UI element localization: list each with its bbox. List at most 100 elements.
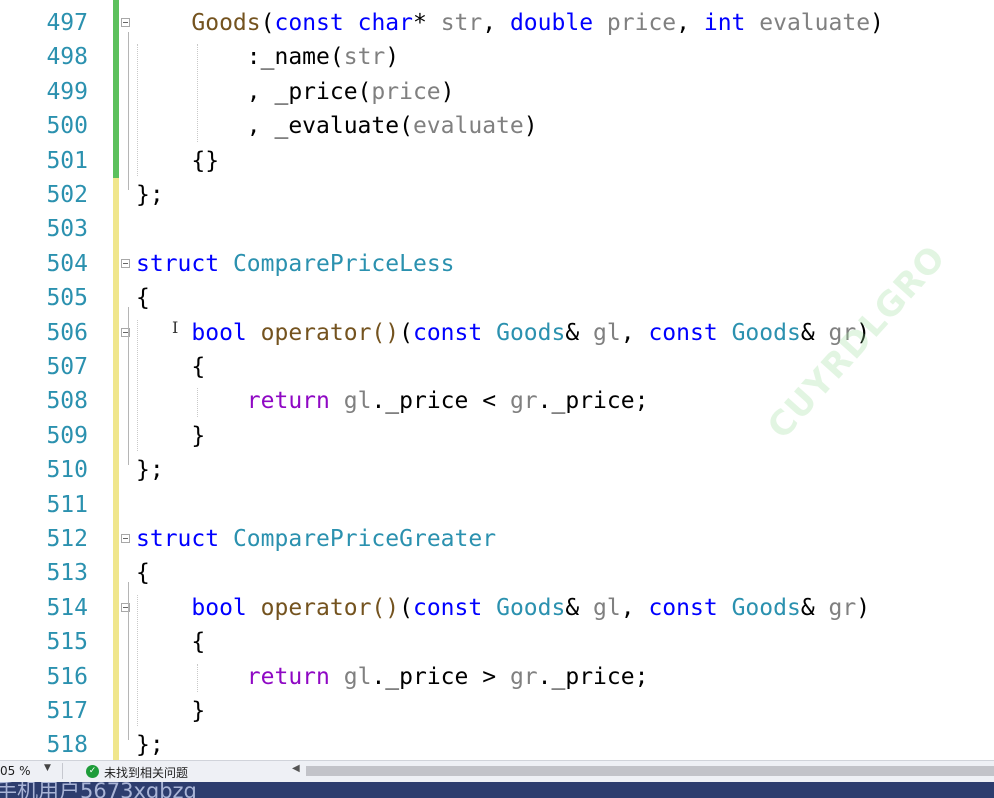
code-line[interactable]: { <box>136 281 150 315</box>
line-number: 513 <box>46 560 88 587</box>
code-line[interactable]: { <box>136 350 205 384</box>
code-token: bool <box>191 594 247 621</box>
code-token: , _price( <box>136 78 372 105</box>
code-token: double <box>509 10 594 36</box>
code-token: struct <box>136 250 220 277</box>
code-token: struct <box>136 526 220 552</box>
line-number: 506 <box>46 319 88 346</box>
code-token: , <box>620 319 649 346</box>
code-token: operator() <box>260 594 400 621</box>
code-line[interactable]: struct ComparePriceLess <box>136 247 455 281</box>
code-editor[interactable]: 497 498 499 500 501 502 503 504 505 506 507 508 509 5… <box>0 0 994 760</box>
code-token: gr <box>509 388 538 415</box>
line-number: 498 <box>46 44 88 71</box>
code-line[interactable]: } <box>136 419 205 453</box>
code-line[interactable]: bool operator()(const Goods& gl, const G… <box>136 316 870 350</box>
code-token: gl <box>593 594 621 621</box>
code-line[interactable]: }; <box>136 728 164 760</box>
code-token: ) <box>385 44 400 71</box>
collapse-icon[interactable] <box>121 258 130 268</box>
code-token: , <box>620 594 649 621</box>
code-token: , <box>676 10 704 36</box>
code-token: . <box>537 663 552 690</box>
line-number: 511 <box>46 491 88 518</box>
code-token: ) <box>523 113 538 140</box>
check-circle-icon[interactable]: ✓ <box>86 765 99 778</box>
code-token: str <box>440 10 483 36</box>
triangle-left-icon[interactable]: ◀ <box>292 763 300 774</box>
code-line[interactable]: } <box>136 694 205 728</box>
code-line[interactable]: , _price(price) <box>136 75 455 109</box>
status-bar: 05 % ▼ ✓ 未找到相关问题 ◀ <box>0 760 994 783</box>
line-number: 501 <box>46 147 88 174</box>
chevron-down-icon[interactable]: ▼ <box>44 763 51 773</box>
code-token: ( <box>399 594 413 621</box>
code-line[interactable]: { <box>136 625 205 659</box>
code-token: Goods <box>191 10 261 36</box>
outline-line <box>128 32 129 190</box>
line-number: 512 <box>46 526 88 552</box>
outline-line <box>128 307 129 466</box>
code-line[interactable]: }; <box>136 178 164 212</box>
outline-line <box>128 582 129 741</box>
code-token: const <box>274 10 344 36</box>
code-token: ( <box>399 319 413 346</box>
code-line[interactable]: return gl._price < gr._price; <box>136 384 649 418</box>
collapse-icon[interactable] <box>121 534 130 543</box>
code-token: ( <box>260 10 275 36</box>
code-line[interactable]: { <box>136 556 150 590</box>
code-line[interactable]: bool operator()(const Goods& gl, const G… <box>136 591 870 625</box>
code-token: { <box>136 354 206 380</box>
line-number: 514 <box>46 594 88 621</box>
code-token: ; <box>634 663 649 690</box>
issues-status[interactable]: 未找到相关问题 <box>104 764 188 781</box>
line-number: 515 <box>46 629 88 656</box>
code-token: & <box>800 594 829 621</box>
code-line[interactable]: return gl._price > gr._price; <box>136 660 649 694</box>
change-bar <box>113 0 119 178</box>
line-number: 503 <box>46 216 88 243</box>
code-token: price <box>606 10 677 36</box>
change-bar <box>113 178 119 760</box>
code-token: * <box>413 10 441 36</box>
code-token: Goods <box>496 594 566 621</box>
line-number: 510 <box>46 457 88 484</box>
code-line[interactable]: }; <box>136 453 164 487</box>
bottom-overlay-text: 手机用户5673xgbzg <box>0 782 197 798</box>
line-number: 508 <box>46 388 88 415</box>
code-token: & <box>565 319 594 346</box>
code-token: & <box>800 319 829 346</box>
horizontal-scrollbar[interactable] <box>306 766 994 776</box>
code-token: } <box>136 698 206 724</box>
code-token: char <box>357 10 413 36</box>
code-token: const <box>648 594 718 621</box>
code-token: ) <box>856 594 871 621</box>
collapse-icon[interactable] <box>121 18 130 27</box>
code-token: gr <box>828 594 857 621</box>
code-token: evaluate <box>759 10 871 36</box>
code-line[interactable]: {} <box>136 144 219 178</box>
code-line[interactable]: :_name(str) <box>136 40 399 74</box>
bottom-overlay-bar: 手机用户5673xgbzg <box>0 782 994 798</box>
code-token: _price <box>385 388 469 415</box>
code-line[interactable]: , _evaluate(evaluate) <box>136 109 538 143</box>
code-token: }; <box>136 732 164 759</box>
code-token: , _evaluate( <box>136 113 413 140</box>
code-token: . <box>371 388 386 415</box>
code-line[interactable]: struct ComparePriceGreater <box>136 522 496 556</box>
code-line[interactable]: Goods(const char* str, double price, int… <box>136 6 884 40</box>
status-divider <box>62 763 63 779</box>
zoom-level[interactable]: 05 % <box>0 764 31 778</box>
code-token: gl <box>593 319 621 346</box>
